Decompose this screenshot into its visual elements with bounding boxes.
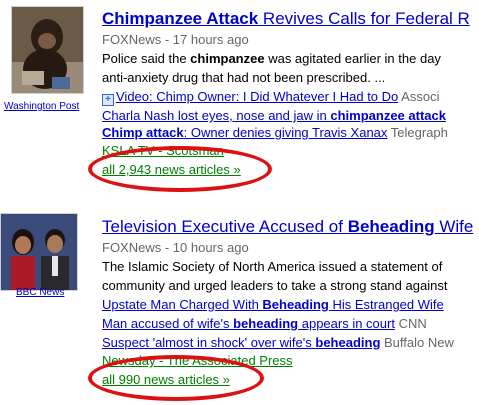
snippet-line: community and urged leaders to take a st…: [102, 278, 448, 293]
headline-bold: Chimpanzee Attack: [102, 9, 259, 28]
story-thumbnail-image[interactable]: [11, 6, 84, 94]
story-headline-link[interactable]: Chimpanzee Attack Revives Calls for Fede…: [102, 8, 479, 30]
related-text: His Estranged Wife: [328, 297, 444, 312]
related-source: Telegraph: [387, 125, 448, 140]
related-text: : Owner denies giving Travis Xanax: [183, 125, 388, 140]
video-link[interactable]: Video: Chimp Owner: I Did Whatever I Had…: [116, 89, 398, 104]
related-bold: beheading: [315, 335, 381, 350]
story-content: Chimpanzee Attack Revives Calls for Fede…: [102, 8, 479, 180]
related-bold: beheading: [233, 316, 299, 331]
related-article-row: Charla Nash lost eyes, nose and jaw in c…: [102, 107, 479, 124]
related-video-row: + Video: Chimp Owner: I Did Whatever I Ha…: [102, 87, 479, 107]
related-bold: chimpanzee attack: [330, 108, 446, 123]
related-text: appears in court: [298, 316, 395, 331]
story-thumbnail-image[interactable]: [0, 213, 78, 291]
snippet-text: was agitated earlier in the day: [264, 51, 441, 66]
related-article-link[interactable]: Suspect 'almost in shock' over wife's be…: [102, 335, 380, 350]
story-time: - 17 hours ago: [161, 32, 249, 47]
story-content: Television Executive Accused of Beheadin…: [102, 216, 479, 390]
related-text: Suspect 'almost in shock' over wife's: [102, 335, 316, 350]
headline-rest: Revives Calls for Federal R: [258, 9, 470, 28]
more-sources-link[interactable]: KSLA TV - Scotsman: [102, 143, 224, 158]
related-article-link[interactable]: Charla Nash lost eyes, nose and jaw in c…: [102, 108, 446, 123]
related-source: Associ: [398, 89, 440, 104]
related-article-row: Upstate Man Charged With Beheading His E…: [102, 295, 479, 314]
story-time: - 10 hours ago: [161, 240, 249, 255]
source-link-washington-post[interactable]: Washington Post: [4, 101, 79, 112]
story-meta: FOXNews - 10 hours ago: [102, 239, 479, 257]
headline-rest: Wife: [434, 217, 474, 236]
related-source: Buffalo New: [380, 335, 454, 350]
snippet-text: Police said the: [102, 51, 191, 66]
headline-bold: Beheading: [347, 217, 435, 236]
snippet-bold: chimpanzee: [190, 51, 265, 66]
related-article-link[interactable]: Chimp attack: Owner denies giving Travis…: [102, 125, 387, 140]
publisher-name: FOXNews: [102, 240, 162, 255]
more-sources-row: Newsday - The Associated Press: [102, 352, 479, 370]
all-news-articles-link[interactable]: all 2,943 news articles »: [102, 160, 241, 180]
story-meta: FOXNews - 17 hours ago: [102, 31, 479, 49]
related-text: Man accused of wife's: [102, 316, 234, 331]
related-article-row: Man accused of wife's beheading appears …: [102, 314, 479, 333]
related-article-link[interactable]: Man accused of wife's beheading appears …: [102, 316, 395, 331]
all-news-articles-link[interactable]: all 990 news articles »: [102, 370, 230, 390]
headline-text: Television Executive Accused of: [102, 217, 348, 236]
publisher-name: FOXNews: [102, 32, 162, 47]
snippet-line: anti-anxiety drug that had not been pres…: [102, 70, 386, 85]
expand-plus-icon[interactable]: +: [102, 94, 114, 106]
story-snippet: Police said the chimpanzee was agitated …: [102, 49, 479, 87]
related-article-row: Suspect 'almost in shock' over wife's be…: [102, 333, 479, 352]
related-bold: Beheading: [262, 297, 329, 312]
story-headline-link[interactable]: Television Executive Accused of Beheadin…: [102, 216, 479, 238]
related-source: CNN: [394, 316, 427, 331]
related-text: Charla Nash lost eyes, nose and jaw in: [102, 108, 331, 123]
related-bold: Chimp attack: [102, 125, 184, 140]
related-article-row: Chimp attack: Owner denies giving Travis…: [102, 124, 479, 142]
story-snippet: The Islamic Society of North America iss…: [102, 257, 479, 295]
more-sources-link[interactable]: Newsday - The Associated Press: [102, 353, 293, 368]
more-sources-row: KSLA TV - Scotsman: [102, 142, 479, 160]
related-article-link[interactable]: Upstate Man Charged With Beheading His E…: [102, 297, 444, 312]
snippet-line: The Islamic Society of North America iss…: [102, 259, 443, 274]
source-link-bbc-news[interactable]: BBC News: [16, 287, 64, 298]
related-text: Upstate Man Charged With: [102, 297, 263, 312]
